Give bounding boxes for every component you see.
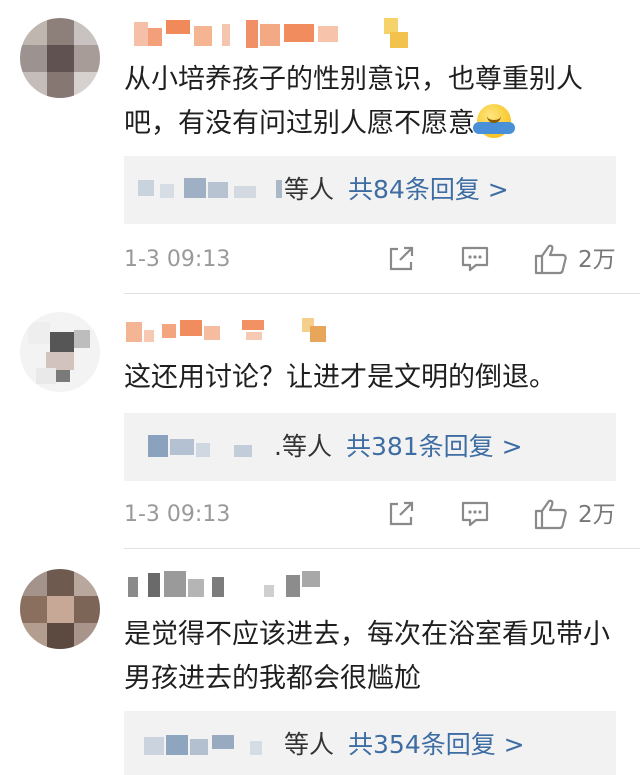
comment-text-content: 这还用讨论？让进才是文明的倒退。	[124, 362, 556, 393]
like-count: 2万	[578, 502, 616, 528]
view-replies-link[interactable]: 共84条回复 >	[348, 156, 509, 224]
comment-text: 是觉得不应该进去，每次在浴室看见带小男孩进去的我都会很尴尬	[124, 613, 614, 701]
reply-names-suffix: .等人	[274, 432, 332, 461]
comment-text-content: 是觉得不应该进去，每次在浴室看见带小男孩进去的我都会很尴尬	[124, 619, 610, 694]
share-icon[interactable]	[386, 244, 416, 274]
username-redacted[interactable]	[124, 316, 424, 350]
like-count: 2万	[578, 247, 616, 273]
share-icon[interactable]	[386, 499, 416, 529]
avatar[interactable]	[20, 569, 100, 649]
comment-item: 从小培养孩子的性别意识，也尊重别人吧，有没有问过别人愿不愿意 等人 共84条回复…	[0, 0, 640, 294]
comment-icon[interactable]	[460, 499, 490, 529]
thumbs-up-icon[interactable]	[534, 243, 568, 275]
reply-summary[interactable]: 等人 共354条回复 >	[124, 711, 616, 775]
comment-meta: 1-3 09:13 2万	[124, 240, 616, 280]
comment-text: 从小培养孩子的性别意识，也尊重别人吧，有没有问过别人愿不愿意	[124, 58, 614, 146]
username-redacted[interactable]	[124, 569, 424, 603]
reply-names-redacted	[138, 176, 288, 204]
comment-icon[interactable]	[460, 244, 490, 274]
reply-names-redacted	[138, 731, 288, 759]
view-replies-link[interactable]: 共381条回复 >	[346, 413, 523, 481]
comment-item: 这还用讨论？让进才是文明的倒退。 .等人 共381条回复 > 1-3 09:13…	[0, 294, 640, 549]
timestamp: 1-3 09:13	[124, 247, 231, 272]
reply-names-suffix: 等人	[284, 175, 335, 204]
reply-names-suffix: 等人	[284, 730, 335, 759]
comment-text: 这还用讨论？让进才是文明的倒退。	[124, 356, 614, 400]
comment-meta: 1-3 09:13 2万	[124, 495, 616, 535]
shrug-emoji-icon	[473, 104, 515, 138]
comment-item: 是觉得不应该进去，每次在浴室看见带小男孩进去的我都会很尴尬 等人 共354条回复…	[0, 549, 640, 775]
reply-summary[interactable]: 等人 共84条回复 >	[124, 156, 616, 224]
thumbs-up-icon[interactable]	[534, 498, 568, 530]
avatar[interactable]	[20, 312, 100, 392]
view-replies-link[interactable]: 共354条回复 >	[348, 711, 525, 775]
reply-names-redacted	[138, 433, 288, 461]
timestamp: 1-3 09:13	[124, 502, 231, 527]
reply-summary[interactable]: .等人 共381条回复 >	[124, 413, 616, 481]
username-redacted[interactable]	[124, 18, 424, 52]
avatar[interactable]	[20, 18, 100, 98]
